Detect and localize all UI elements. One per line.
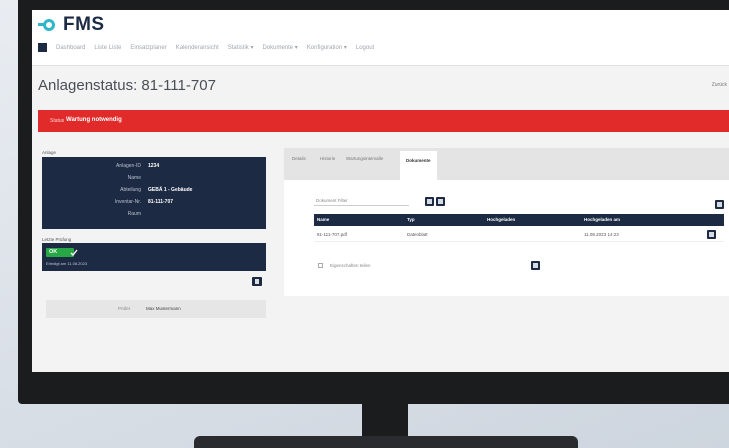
share-label: Eigenschaften teilen (330, 263, 371, 268)
documents-table-header: Name Typ Hochgeladen Hochgeladen am (314, 214, 724, 226)
header: FMS Dashboard Liste Liste Einsatzplaner … (32, 10, 729, 66)
col-hochgeladen-am[interactable]: Hochgeladen am (584, 217, 620, 222)
info-row: Inventar-Nr. 81-111-707 (42, 199, 266, 209)
anlage-caption: Anlage (42, 150, 57, 155)
info-key: Raum (127, 211, 141, 217)
plus-icon (717, 202, 722, 207)
nav-item-logout[interactable]: Logout (356, 45, 374, 51)
page-title: Anlagenstatus: 81-111-707 (38, 77, 216, 94)
monitor-stand-base (194, 436, 578, 448)
filter-search-button[interactable] (425, 197, 434, 206)
table-row[interactable]: 81-111-707.pdf Datenblatt 11.08.2023 14:… (314, 228, 724, 242)
info-key: Anlagen-ID (115, 163, 141, 169)
info-key: Inventar-Nr. (114, 199, 141, 205)
download-icon (709, 232, 714, 237)
main-nav: Dashboard Liste Liste Einsatzplaner Kale… (38, 43, 374, 52)
logo-icon (38, 18, 60, 32)
monitor-frame: FMS Dashboard Liste Liste Einsatzplaner … (18, 0, 729, 404)
info-key: Name (127, 175, 141, 181)
nav-item-dashboard[interactable]: Dashboard (56, 45, 85, 51)
col-typ[interactable]: Typ (407, 217, 415, 222)
pruefer-value: Max Mustermann (146, 306, 181, 311)
share-checkbox[interactable] (318, 263, 323, 268)
status-banner: Status Wartung notwendig (38, 110, 729, 132)
info-value: 1234 (148, 163, 160, 169)
status-label: Status (50, 118, 65, 124)
page-title-row: Anlagenstatus: 81-111-707 Zurück (32, 74, 729, 98)
share-button[interactable] (531, 261, 540, 270)
search-icon (427, 199, 432, 204)
info-row: Abteilung GEBÄ 1 - Gebäude (42, 187, 266, 197)
status-ok-badge: OK (46, 248, 78, 257)
status-value: Wartung notwendig (66, 117, 122, 123)
anlage-info-box: Anlagen-ID 1234 Name Abteilung GEBÄ 1 - … (42, 157, 266, 229)
status-caption: Letzte Prüfung (42, 237, 72, 242)
doc-name[interactable]: 81-111-707.pdf (317, 232, 347, 237)
share-row: Eigenschaften teilen (314, 260, 724, 272)
edit-status-button[interactable] (252, 277, 262, 286)
check-icon (70, 249, 78, 257)
home-icon[interactable] (38, 43, 47, 52)
logo-text: FMS (63, 14, 105, 35)
pruefer-label: Prüfer (118, 306, 131, 311)
status-box: OK Erledigt am 11.08.2023 (42, 243, 266, 271)
app-screen: FMS Dashboard Liste Liste Einsatzplaner … (32, 10, 729, 372)
download-document-button[interactable] (707, 230, 716, 239)
info-row: Name (42, 175, 266, 185)
tab-wartungsintervalle[interactable]: Wartungsintervalle (346, 156, 383, 161)
doc-uploaded-at: 11.08.2023 14:23 (584, 232, 619, 237)
col-hochgeladen[interactable]: Hochgeladen (487, 217, 515, 222)
edit-icon (255, 279, 259, 284)
nav-item-konfiguration[interactable]: Konfiguration ▾ (307, 44, 347, 51)
monitor-stand-neck (362, 404, 408, 438)
tab-bar: Details Historie Wartungsintervalle Doku… (284, 148, 729, 180)
info-row: Raum (42, 211, 266, 221)
nav-item-statistik[interactable]: Statistik ▾ (228, 44, 254, 51)
nav-item-dokumente[interactable]: Dokumente ▾ (262, 44, 297, 51)
upload-document-button[interactable] (715, 200, 724, 209)
reset-icon (438, 199, 443, 204)
info-row: Anlagen-ID 1234 (42, 163, 266, 173)
info-key: Abteilung (120, 187, 141, 193)
share-icon (533, 263, 538, 268)
filter-reset-button[interactable] (436, 197, 445, 206)
back-link[interactable]: Zurück (712, 82, 727, 88)
info-value: GEBÄ 1 - Gebäude (148, 187, 193, 193)
documents-panel: Dokument Filter Name Typ Hochgeladen Hoc… (284, 180, 729, 296)
info-value: 81-111-707 (148, 199, 174, 205)
doc-type: Datenblatt (407, 232, 428, 237)
logo[interactable]: FMS (38, 14, 105, 36)
status-sub-text: Erledigt am 11.08.2023 (46, 261, 88, 266)
tab-historie[interactable]: Historie (320, 156, 335, 161)
nav-item-kalender[interactable]: Kalenderansicht (176, 45, 219, 51)
col-name[interactable]: Name (317, 217, 329, 222)
pruefer-field: Prüfer Max Mustermann (46, 300, 266, 318)
document-filter-input[interactable]: Dokument Filter (314, 197, 409, 206)
nav-item-liste[interactable]: Liste Liste (94, 45, 121, 51)
tab-details[interactable]: Details (292, 156, 306, 161)
nav-item-einsatzplaner[interactable]: Einsatzplaner (130, 45, 166, 51)
status-ok-text: OK (49, 249, 58, 255)
tab-dokumente[interactable]: Dokumente (400, 151, 437, 180)
